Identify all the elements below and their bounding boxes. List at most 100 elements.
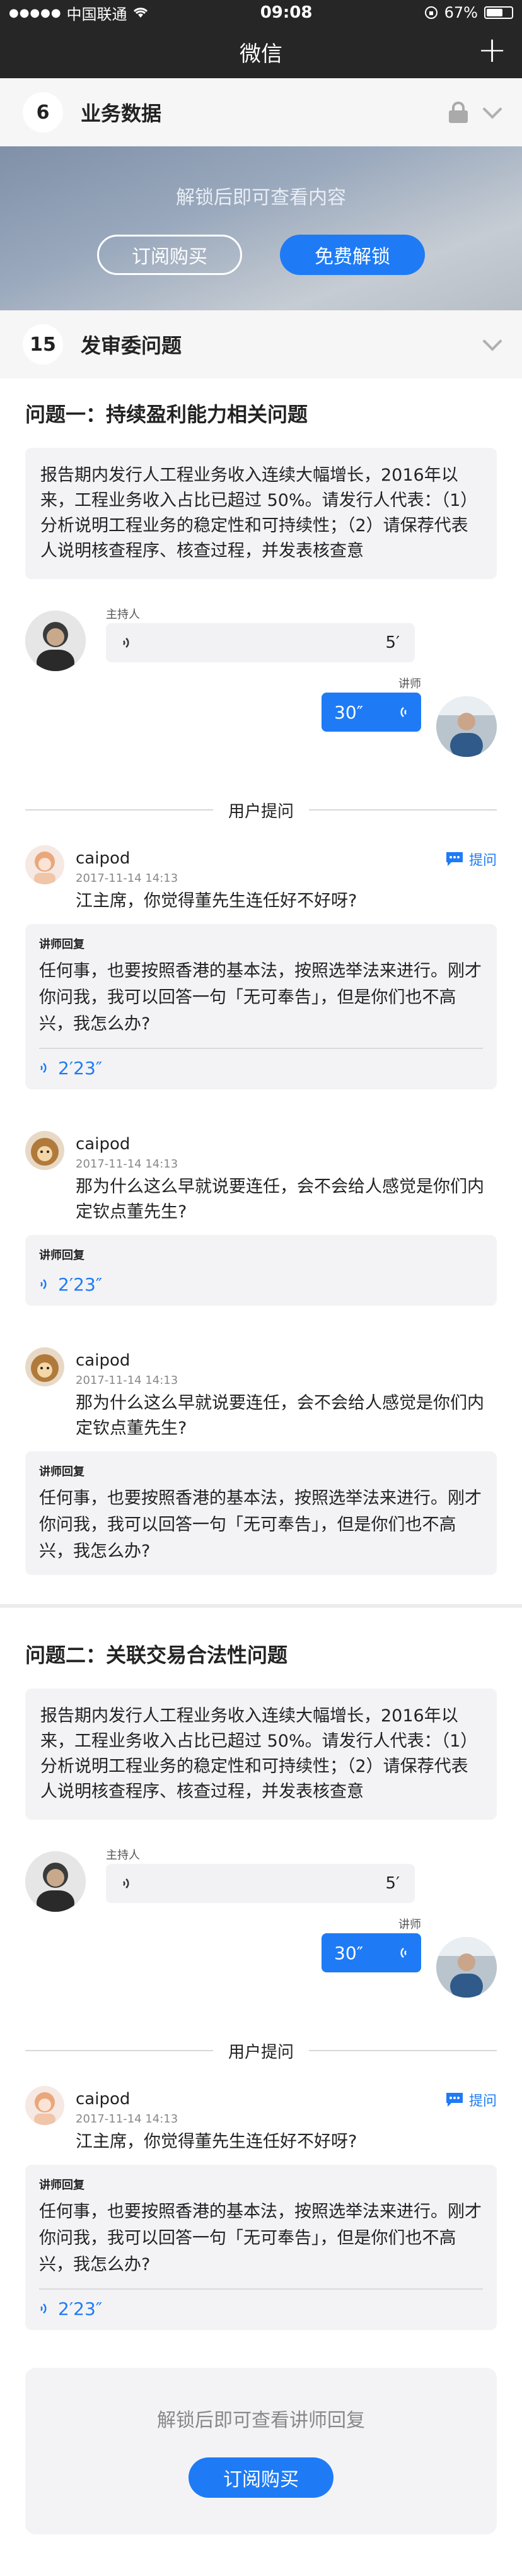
battery-percent: 67% bbox=[444, 4, 478, 21]
ask-button[interactable]: 提问 bbox=[445, 2090, 497, 2110]
question-body: 报告期内发行人工程业务收入连续大幅增长，2016年以来，工程业务收入占比已超过 … bbox=[25, 448, 497, 579]
lecturer-label: 讲师 bbox=[398, 1918, 421, 1931]
chevron-down-icon[interactable] bbox=[482, 331, 502, 351]
reply-audio[interactable]: 2′23″ bbox=[39, 1273, 483, 1296]
reply-separator bbox=[39, 2288, 483, 2290]
lecturer-reply: 讲师回复 任何事，也要按照香港的基本法，按照选举法来进行。刚才你问我，我可以回答… bbox=[25, 2165, 497, 2330]
comment-item: 提问 caipod 2017-11-14 14:13 江主席，你觉得董先生连任好… bbox=[0, 823, 522, 914]
divider-label: 用户提问 bbox=[228, 802, 294, 821]
reply-label: 讲师回复 bbox=[39, 1465, 84, 1478]
lecturer-reply: 讲师回复 任何事，也要按照香港的基本法，按照选举法来进行。刚才你问我，我可以回答… bbox=[25, 924, 497, 1089]
comment-body: caipod 2017-11-14 14:13 江主席，你觉得董先生连任好不好呀… bbox=[76, 849, 497, 914]
section-actions bbox=[482, 310, 502, 378]
user-name: caipod bbox=[76, 1135, 130, 1154]
status-bar: ●●●●● 中国联通 09:08 67% bbox=[0, 0, 522, 25]
question-title: 问题一：持续盈利能力相关问题 bbox=[25, 402, 308, 426]
host-duration: 5′ bbox=[385, 1874, 400, 1893]
unlock-message: 解锁后即可查看讲师回复 bbox=[157, 2409, 365, 2432]
comment-time: 2017-11-14 14:13 bbox=[76, 1157, 178, 1171]
reply-label: 讲师回复 bbox=[39, 2179, 84, 2192]
comment-text: 江主席，你觉得董先生连任好不好呀? bbox=[76, 891, 357, 911]
lecturer-label: 讲师 bbox=[398, 677, 421, 691]
carrier-label: 中国联通 bbox=[66, 5, 127, 23]
comment-body: caipod 2017-11-14 14:13 那为什么这么早就说要连任，会不会… bbox=[76, 1135, 497, 1225]
locked-message: 解锁后即可查看内容 bbox=[176, 187, 346, 209]
section-title: 发审委问题 bbox=[81, 334, 182, 358]
locked-banner: 解锁后即可查看内容 订阅购买 免费解锁 bbox=[0, 146, 522, 310]
reply-audio[interactable]: 2′23″ bbox=[39, 2297, 483, 2320]
lecturer-audio-bubble[interactable]: 30″ bbox=[322, 1933, 421, 1972]
lock-icon bbox=[449, 102, 468, 123]
reply-label: 讲师回复 bbox=[39, 1249, 84, 1262]
audio-dialog: 主持人 5′ 讲师 30″ bbox=[0, 1842, 522, 2032]
nav-title: 微信 bbox=[240, 41, 282, 67]
section-review-questions[interactable]: 15 发审委问题 bbox=[0, 310, 522, 378]
divider-label: 用户提问 bbox=[228, 2042, 294, 2062]
plus-icon[interactable]: + bbox=[477, 33, 507, 68]
wifi-icon bbox=[132, 6, 149, 19]
user-avatar bbox=[25, 845, 64, 884]
host-avatar bbox=[25, 1851, 86, 1912]
rotation-lock-icon bbox=[424, 6, 438, 20]
comment-item: caipod 2017-11-14 14:13 那为什么这么早就说要连任，会不会… bbox=[0, 1089, 522, 1225]
lecturer-duration: 30″ bbox=[334, 1942, 364, 1964]
locked-buttons: 订阅购买 免费解锁 bbox=[97, 235, 425, 275]
sound-wave-icon bbox=[39, 2302, 50, 2315]
reply-separator bbox=[39, 1048, 483, 1049]
reply-audio-duration: 2′23″ bbox=[58, 1273, 103, 1295]
lecturer-reply: 讲师回复 2′23″ bbox=[25, 1235, 497, 1306]
user-name: caipod bbox=[76, 849, 130, 868]
comment-body: caipod 2017-11-14 14:13 江主席，你觉得董先生连任好不好呀… bbox=[76, 2090, 497, 2155]
sound-wave-icon bbox=[121, 1876, 134, 1891]
status-right: 67% bbox=[424, 4, 513, 21]
reply-label: 讲师回复 bbox=[39, 938, 84, 951]
lecturer-avatar bbox=[436, 696, 497, 757]
lecturer-reply: 讲师回复 任何事，也要按照香港的基本法，按照选举法来进行。刚才你问我，我可以回答… bbox=[25, 1451, 497, 1575]
sound-wave-icon bbox=[396, 705, 409, 720]
subscribe-button[interactable]: 订阅购买 bbox=[188, 2457, 334, 2498]
host-audio-bubble[interactable]: 5′ bbox=[106, 1864, 415, 1903]
comment-time: 2017-11-14 14:13 bbox=[76, 2112, 178, 2126]
page: ●●●●● 中国联通 09:08 67% 微信 + 6 业务数据 解锁后即可查看… bbox=[0, 0, 522, 2576]
section-business-data[interactable]: 6 业务数据 bbox=[0, 78, 522, 146]
comment-item: caipod 2017-11-14 14:13 那为什么这么早就说要连任，会不会… bbox=[0, 1306, 522, 1441]
comment-text: 江主席，你觉得董先生连任好不好呀? bbox=[76, 2132, 357, 2152]
user-avatar bbox=[25, 1347, 64, 1386]
chat-bubble-icon bbox=[445, 2092, 464, 2108]
user-questions-divider: 用户提问 bbox=[0, 2038, 522, 2063]
comment-text: 那为什么这么早就说要连任，会不会给人感觉是你们内定钦点董先生? bbox=[76, 1177, 484, 1222]
host-audio-bubble[interactable]: 5′ bbox=[106, 623, 415, 662]
reply-audio-duration: 2′23″ bbox=[58, 2298, 103, 2319]
chevron-down-icon[interactable] bbox=[482, 99, 502, 119]
user-avatar bbox=[25, 2086, 64, 2125]
subscribe-button[interactable]: 订阅购买 bbox=[97, 235, 242, 275]
user-questions-divider: 用户提问 bbox=[0, 797, 522, 823]
comment-item: 提问 caipod 2017-11-14 14:13 江主席，你觉得董先生连任好… bbox=[0, 2063, 522, 2155]
chat-bubble-icon bbox=[445, 851, 464, 867]
question-block: 问题二：关联交易合法性问题 报告期内发行人工程业务收入连续大幅增长，2016年以… bbox=[0, 1619, 522, 2534]
reply-text: 任何事，也要按照香港的基本法，按照选举法来进行。刚才你问我，我可以回答一句「无可… bbox=[39, 2202, 482, 2274]
host-avatar bbox=[25, 611, 86, 671]
comment-text: 那为什么这么早就说要连任，会不会给人感觉是你们内定钦点董先生? bbox=[76, 1393, 484, 1438]
reply-audio[interactable]: 2′23″ bbox=[39, 1057, 483, 1079]
host-label: 主持人 bbox=[106, 1849, 140, 1862]
reply-text: 任何事，也要按照香港的基本法，按照选举法来进行。刚才你问我，我可以回答一句「无可… bbox=[39, 961, 482, 1034]
lecturer-audio-bubble[interactable]: 30″ bbox=[322, 693, 421, 732]
reply-text: 任何事，也要按照香港的基本法，按照选举法来进行。刚才你问我，我可以回答一句「无可… bbox=[39, 1489, 482, 1561]
comment-time: 2017-11-14 14:13 bbox=[76, 872, 178, 885]
user-name: caipod bbox=[76, 1351, 130, 1370]
audio-dialog: 主持人 5′ 讲师 30″ bbox=[0, 602, 522, 791]
status-left: ●●●●● 中国联通 bbox=[9, 2, 149, 24]
question-title: 问题二：关联交易合法性问题 bbox=[25, 1643, 288, 1667]
section-divider bbox=[0, 1604, 522, 1608]
comment-time: 2017-11-14 14:13 bbox=[76, 1374, 178, 1387]
ask-label: 提问 bbox=[468, 853, 497, 869]
user-name: caipod bbox=[76, 2090, 130, 2109]
ask-button[interactable]: 提问 bbox=[445, 849, 497, 869]
section-count: 15 bbox=[23, 324, 63, 365]
status-time: 09:08 bbox=[260, 3, 313, 22]
reply-audio-duration: 2′23″ bbox=[58, 1057, 103, 1079]
user-avatar bbox=[25, 1131, 64, 1170]
sound-wave-icon bbox=[39, 1277, 50, 1291]
free-unlock-button[interactable]: 免费解锁 bbox=[280, 235, 425, 275]
